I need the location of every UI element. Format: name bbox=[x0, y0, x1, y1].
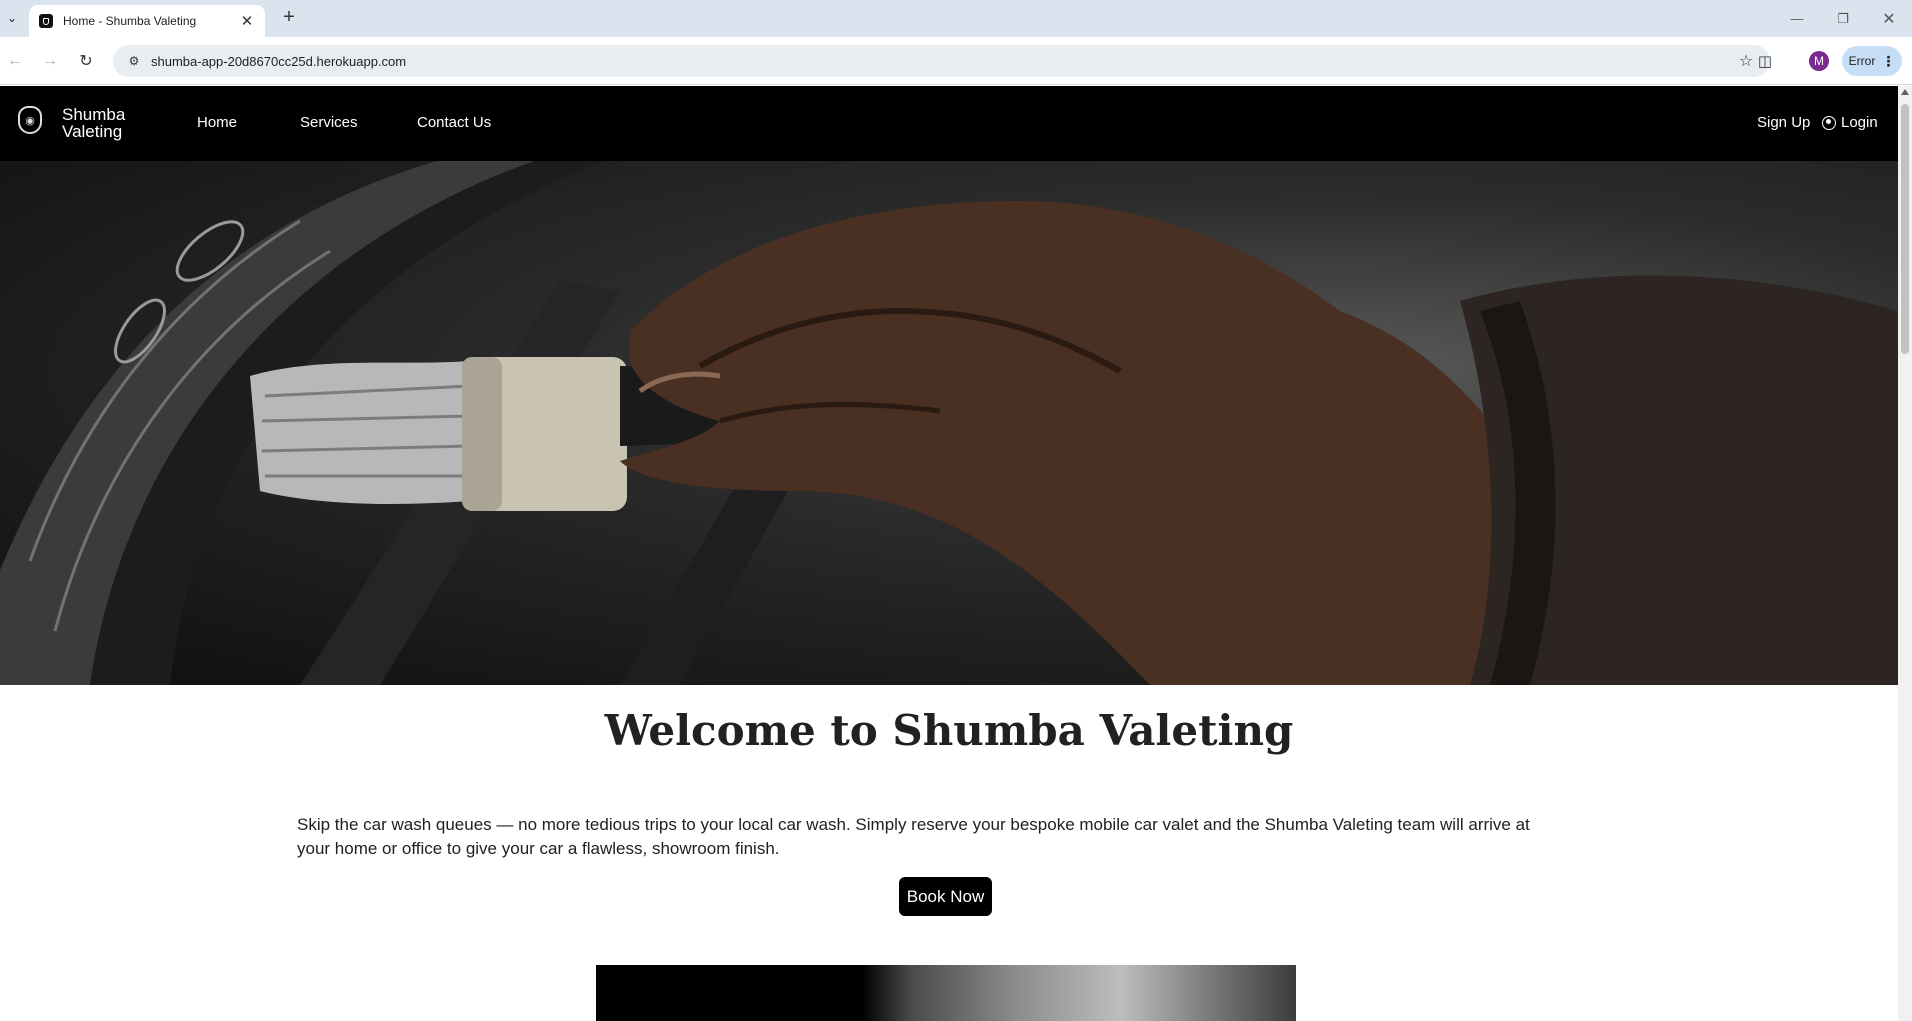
intro-paragraph: Skip the car wash queues — no more tedio… bbox=[297, 815, 1530, 858]
secondary-image bbox=[596, 965, 1296, 1021]
nav-services[interactable]: Services bbox=[300, 114, 358, 131]
site-navbar: ◉ Shumba Valeting Home Services Contact … bbox=[0, 86, 1898, 161]
minimize-icon[interactable]: — bbox=[1774, 0, 1820, 37]
site-info-icon[interactable]: ⚙ bbox=[123, 50, 145, 72]
tab-title: Home - Shumba Valeting bbox=[63, 14, 197, 28]
user-circle-icon bbox=[1822, 115, 1836, 130]
shield-favicon-icon bbox=[39, 14, 53, 28]
kebab-menu-icon: ⋮ bbox=[1881, 52, 1896, 69]
page-title: Welcome to Shumba Valeting bbox=[604, 706, 1294, 755]
nav-home[interactable]: Home bbox=[197, 114, 237, 131]
restore-icon[interactable]: ❐ bbox=[1820, 0, 1866, 37]
signup-link[interactable]: Sign Up bbox=[1757, 114, 1810, 131]
address-bar[interactable]: ⚙ shumba-app-20d8670cc25d.herokuapp.com … bbox=[113, 45, 1770, 77]
login-label: Login bbox=[1841, 114, 1878, 131]
book-now-button[interactable]: Book Now bbox=[899, 877, 992, 916]
page-scrollbar[interactable] bbox=[1898, 86, 1912, 1021]
hero-image bbox=[0, 161, 1898, 685]
avatar[interactable]: M bbox=[1809, 51, 1829, 71]
error-label: Error bbox=[1848, 54, 1876, 68]
browser-tab[interactable]: Home - Shumba Valeting ✕ bbox=[29, 5, 265, 37]
page-viewport: ◉ Shumba Valeting Home Services Contact … bbox=[0, 86, 1898, 1021]
brand-name[interactable]: Shumba Valeting bbox=[62, 106, 142, 140]
browser-toolbar: ← → ↻ ⚙ shumba-app-20d8670cc25d.herokuap… bbox=[0, 37, 1912, 85]
error-button[interactable]: Error ⋮ bbox=[1842, 46, 1902, 76]
nav-contact[interactable]: Contact Us bbox=[417, 114, 491, 131]
browser-tab-bar: ⌄ Home - Shumba Valeting ✕ + — ❐ ✕ bbox=[0, 0, 1912, 37]
hero-illustration bbox=[0, 161, 1898, 685]
back-arrow-icon[interactable]: ← bbox=[3, 49, 27, 73]
reload-icon[interactable]: ↻ bbox=[74, 49, 98, 73]
plus-icon[interactable]: + bbox=[277, 6, 301, 30]
forward-arrow-icon[interactable]: → bbox=[38, 49, 62, 73]
tab-search-chevron-icon[interactable]: ⌄ bbox=[2, 8, 22, 28]
close-window-icon[interactable]: ✕ bbox=[1866, 0, 1912, 37]
scroll-up-icon[interactable] bbox=[1901, 89, 1909, 95]
scrollbar-thumb[interactable] bbox=[1901, 104, 1909, 354]
extensions-icon[interactable]: ◫ bbox=[1753, 49, 1777, 73]
url-text[interactable]: shumba-app-20d8670cc25d.herokuapp.com bbox=[151, 54, 1734, 69]
lion-logo-icon[interactable]: ◉ bbox=[18, 106, 42, 134]
tab-close-icon[interactable]: ✕ bbox=[239, 12, 255, 30]
login-link[interactable]: Login bbox=[1822, 114, 1878, 131]
